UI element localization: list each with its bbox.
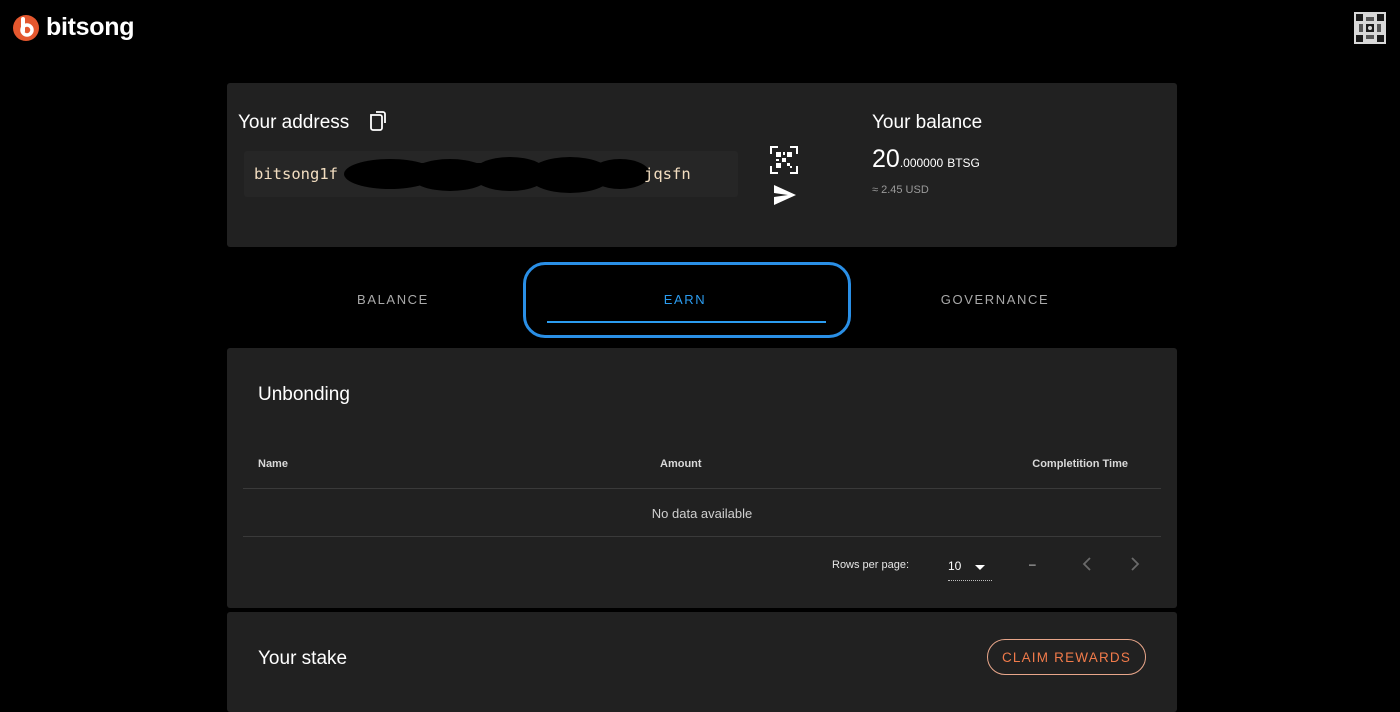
select-underline <box>948 580 992 581</box>
address-card: Your address bitsong1f jqsfn Your balanc… <box>227 83 1177 247</box>
qr-code-icon[interactable] <box>770 146 798 174</box>
balance-unit: BTSG <box>947 156 980 170</box>
unbonding-card: Unbonding Name Amount Completition Time … <box>227 348 1177 608</box>
address-suffix: jqsfn <box>644 165 691 183</box>
address-field[interactable]: bitsong1f jqsfn <box>244 151 738 197</box>
copy-icon[interactable] <box>368 110 388 132</box>
brand-logo[interactable]: bitsong <box>12 12 134 42</box>
balance-decimals: .000000 <box>899 156 944 170</box>
balance-title: Your balance <box>872 112 983 133</box>
stake-card: Your stake CLAIM REWARDS <box>227 612 1177 712</box>
tab-balance[interactable]: BALANCE <box>343 292 443 307</box>
table-divider <box>243 536 1161 537</box>
identicon-icon[interactable] <box>1354 12 1386 44</box>
tab-earn[interactable]: EARN <box>635 292 735 307</box>
bitsong-logo-icon <box>13 15 39 41</box>
column-header-name[interactable]: Name <box>258 458 288 470</box>
rows-per-page-select[interactable]: 10 <box>948 552 992 581</box>
address-prefix: bitsong1f <box>254 165 338 183</box>
column-header-completion-time[interactable]: Completition Time <box>1032 458 1128 470</box>
chevron-left-icon[interactable] <box>1080 556 1094 572</box>
balance-amount: 20.000000 BTSG <box>872 145 980 174</box>
unbonding-title: Unbonding <box>258 384 350 405</box>
balance-integer: 20 <box>872 145 900 173</box>
send-icon[interactable] <box>773 184 797 206</box>
rows-per-page-label: Rows per page: <box>832 559 910 571</box>
column-header-amount[interactable]: Amount <box>660 458 702 470</box>
rows-per-page-value: 10 <box>948 559 962 573</box>
table-divider <box>243 488 1161 489</box>
address-title: Your address <box>238 112 350 133</box>
claim-rewards-button[interactable]: CLAIM REWARDS <box>987 639 1146 675</box>
stake-title: Your stake <box>258 648 348 669</box>
active-tab-indicator <box>547 321 826 323</box>
caret-down-icon <box>975 565 985 570</box>
tab-bar: BALANCE EARN GOVERNANCE <box>227 262 1177 338</box>
balance-usd: ≈ 2.45 USD <box>872 184 929 196</box>
brand-name: bitsong <box>46 12 135 41</box>
empty-state-text: No data available <box>651 506 753 521</box>
tab-governance[interactable]: GOVERNANCE <box>915 292 1075 307</box>
pagination-range: – <box>1029 557 1036 571</box>
chevron-right-icon[interactable] <box>1128 556 1142 572</box>
address-redaction <box>344 157 650 193</box>
